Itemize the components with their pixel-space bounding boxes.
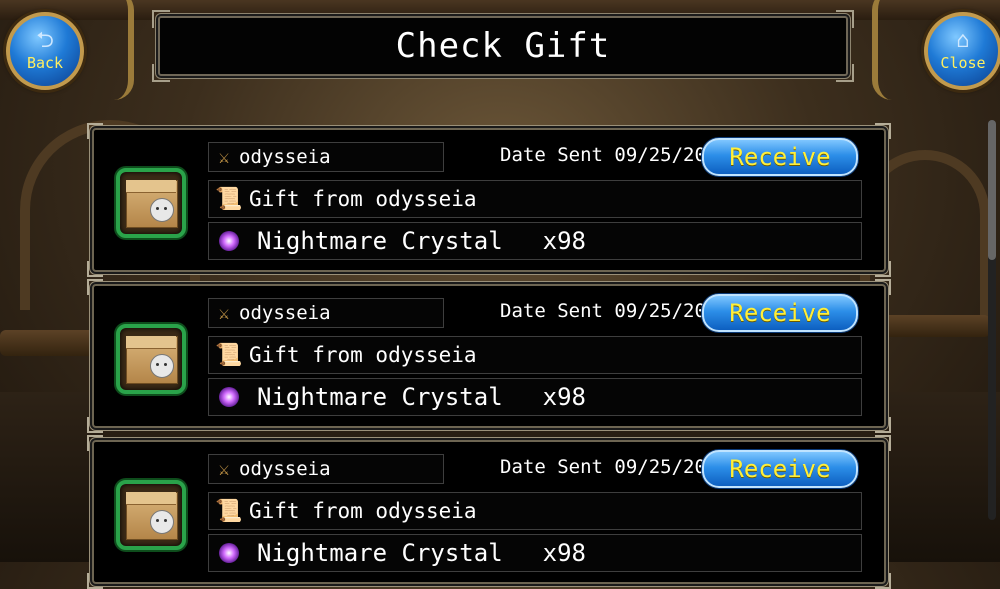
sender-field: ⚔ odysseia: [208, 142, 444, 172]
left-ornament: [88, 0, 134, 100]
gift-box-icon: [116, 168, 186, 238]
receive-button[interactable]: Receive: [702, 450, 858, 488]
sender-field: ⚔ odysseia: [208, 298, 444, 328]
item-quantity: x98: [542, 383, 586, 411]
gift-card: ⚔ odysseia Date Sent 09/25/2017 Receive …: [87, 279, 891, 433]
back-button[interactable]: ⮌ Back: [6, 12, 84, 90]
scroll-icon: 📜: [215, 186, 243, 212]
close-label: Close: [940, 54, 986, 72]
date-sent: Date Sent 09/25/2017: [500, 456, 729, 478]
gift-box-icon: [116, 480, 186, 550]
sender-name: odysseia: [239, 302, 331, 324]
gift-message-field: 📜 Gift from odysseia: [208, 492, 862, 530]
sender-name: odysseia: [239, 458, 331, 480]
gift-message: Gift from odysseia: [249, 343, 477, 367]
right-ornament: [872, 0, 918, 100]
close-button[interactable]: ⌂ Close: [924, 12, 1000, 90]
gift-item-field: Nightmare Crystal x98: [208, 378, 862, 416]
sender-name: odysseia: [239, 146, 331, 168]
gift-message-field: 📜 Gift from odysseia: [208, 180, 862, 218]
nightmare-crystal-icon: [219, 231, 239, 251]
background-table-left: [0, 330, 100, 356]
gift-message-field: 📜 Gift from odysseia: [208, 336, 862, 374]
receive-button[interactable]: Receive: [702, 138, 858, 176]
background-table-right: [880, 315, 990, 337]
crossed-weapons-icon: ⚔: [218, 458, 230, 480]
nightmare-crystal-icon: [219, 387, 239, 407]
crossed-weapons-icon: ⚔: [218, 302, 230, 324]
crossed-weapons-icon: ⚔: [218, 146, 230, 168]
date-sent: Date Sent 09/25/2017: [500, 144, 729, 166]
scroll-icon: 📜: [215, 498, 243, 524]
item-name: Nightmare Crystal: [257, 227, 503, 255]
gift-message: Gift from odysseia: [249, 187, 477, 211]
receive-button[interactable]: Receive: [702, 294, 858, 332]
gift-message: Gift from odysseia: [249, 499, 477, 523]
gift-item-field: Nightmare Crystal x98: [208, 222, 862, 260]
page-title: Check Gift: [395, 26, 611, 66]
item-name: Nightmare Crystal: [257, 383, 503, 411]
title-bar: Check Gift: [152, 10, 854, 82]
sender-field: ⚔ odysseia: [208, 454, 444, 484]
nightmare-crystal-icon: [219, 543, 239, 563]
item-quantity: x98: [542, 539, 586, 567]
gift-card: ⚔ odysseia Date Sent 09/25/2017 Receive …: [87, 123, 891, 277]
item-quantity: x98: [542, 227, 586, 255]
scrollbar-thumb[interactable]: [988, 120, 996, 260]
back-label: Back: [26, 54, 64, 72]
gift-item-field: Nightmare Crystal x98: [208, 534, 862, 572]
date-sent: Date Sent 09/25/2017: [500, 300, 729, 322]
item-name: Nightmare Crystal: [257, 539, 503, 567]
scroll-icon: 📜: [215, 342, 243, 368]
back-arrow-icon: ⮌: [36, 28, 54, 53]
home-icon: ⌂: [956, 28, 970, 53]
gift-box-icon: [116, 324, 186, 394]
gift-card: ⚔ odysseia Date Sent 09/25/2017 Receive …: [87, 435, 891, 589]
